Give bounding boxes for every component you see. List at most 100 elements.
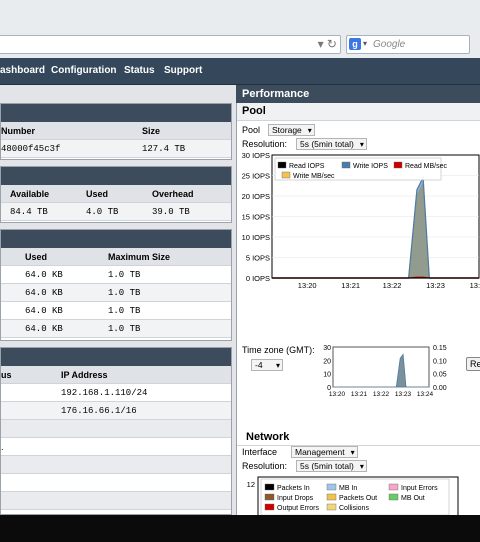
performance-panel-header: Performance <box>236 85 480 103</box>
table-row[interactable]: 48000f45c3f 127.4 TB <box>1 140 231 158</box>
legend-swatch <box>264 483 275 491</box>
legend-swatch <box>326 503 337 511</box>
column-header: Used <box>25 252 48 262</box>
x-tick-label: 13:21 <box>341 281 360 290</box>
y-tick-label: 12 <box>247 480 255 489</box>
address-bar[interactable]: ▾ ↻ <box>0 35 341 54</box>
legend-swatch <box>326 483 337 491</box>
y2-tick-label: 0.15 <box>433 345 447 352</box>
panel-header <box>1 167 231 185</box>
net-resolution-select-value: 5s (5min total) <box>300 461 354 471</box>
column-header: Number <box>1 126 36 136</box>
list-item[interactable]: . <box>1 438 231 456</box>
column-header: IP Address <box>61 370 108 380</box>
y-tick-label: 5 IOPS <box>246 254 270 263</box>
truncated-text: . <box>1 442 4 452</box>
legend-swatch <box>326 493 337 501</box>
table-header: us IP Address <box>1 366 231 384</box>
google-icon[interactable]: g <box>349 38 361 50</box>
legend-label: Packets Out <box>339 495 377 502</box>
column-header: Used <box>86 189 109 199</box>
net-resolution-label: Resolution: <box>242 461 288 471</box>
table-row[interactable]: 176.16.66.1/16 <box>1 402 231 420</box>
legend-label: Packets In <box>277 485 310 492</box>
panel-header <box>1 348 231 366</box>
net-resolution-select[interactable]: 5s (5min total) <box>296 460 367 472</box>
table-header: Available Used Overhead <box>1 185 231 203</box>
interfaces-panel: us IP Address 192.168.1.110/24 176.16.66… <box>0 347 232 515</box>
x-tick-label: 13:22 <box>383 281 402 290</box>
legend-swatch <box>281 171 291 179</box>
divider <box>237 445 480 446</box>
y-tick-label: 30 IOPS <box>242 153 270 160</box>
used-value: 64.0 KB <box>25 306 63 316</box>
interface-select[interactable]: Management <box>291 446 358 458</box>
reload-icon[interactable]: ▾ ↻ <box>318 37 337 51</box>
y-tick-label: 10 IOPS <box>242 233 270 242</box>
legend-label: Input Drops <box>277 495 314 502</box>
legend-label: Read MB/sec <box>405 163 448 170</box>
pool-select[interactable]: Storage <box>268 124 315 136</box>
timezone-select[interactable]: -4 <box>251 359 283 371</box>
section-divider <box>1 492 231 510</box>
legend-label: Read IOPS <box>289 163 325 170</box>
pool-label: Pool <box>242 125 261 135</box>
x-tick-label: 13:20 <box>329 391 346 398</box>
section-divider <box>1 420 231 438</box>
taskbar <box>0 515 480 542</box>
used-value: 4.0 TB <box>86 207 119 217</box>
legend-swatch <box>264 493 275 501</box>
interface-label: Interface <box>242 447 278 457</box>
chevron-down-icon[interactable]: ▾ <box>363 39 367 48</box>
section-title: Pool <box>242 105 266 117</box>
y2-tick-label: 0.05 <box>433 372 447 379</box>
search-box[interactable]: g ▾ Google <box>346 35 470 54</box>
overview-plot-area <box>332 346 430 388</box>
table-row[interactable]: 64.0 KB 1.0 TB <box>1 266 231 284</box>
disks-panel: Number Size 48000f45c3f 127.4 TB <box>0 103 232 160</box>
legend-swatch <box>264 503 275 511</box>
timezone-select-value: -4 <box>255 360 263 370</box>
volumes-panel: Used Maximum Size 64.0 KB 1.0 TB 64.0 KB… <box>0 229 232 341</box>
table-row[interactable]: 64.0 KB 1.0 TB <box>1 320 231 338</box>
section-divider <box>1 456 231 474</box>
performance-panel: Pool Pool Storage Resolution: 5s (5min t… <box>236 103 480 515</box>
y-tick-label: 15 IOPS <box>242 213 270 222</box>
column-header: Available <box>10 189 50 199</box>
network-section-title: Network <box>246 431 290 443</box>
interface-select-value: Management <box>295 447 345 457</box>
table-row[interactable]: 64.0 KB 1.0 TB <box>1 284 231 302</box>
nav-configuration[interactable]: Configuration <box>51 65 117 76</box>
iops-chart: 0 IOPS 5 IOPS 10 IOPS 15 IOPS 20 IOPS 25 IOPS… <box>242 153 480 290</box>
max-size-value: 1.0 TB <box>108 306 141 316</box>
table-row[interactable]: 64.0 KB 1.0 TB <box>1 302 231 320</box>
x-tick-label: 13:20 <box>298 281 317 290</box>
max-size-value: 1.0 TB <box>108 270 141 280</box>
legend-label: MB Out <box>401 495 425 502</box>
used-value: 64.0 KB <box>25 288 63 298</box>
disk-size: 127.4 TB <box>142 144 186 154</box>
y-tick-label: 20 IOPS <box>242 192 270 201</box>
resolution-select[interactable]: 5s (5min total) <box>296 138 367 150</box>
legend-label: Output Errors <box>277 505 320 512</box>
nav-support[interactable]: Support <box>164 65 202 76</box>
nav-dashboard[interactable]: ashboard <box>0 65 45 76</box>
y-tick-label: 10 <box>323 372 331 379</box>
y-tick-label: 0 IOPS <box>246 274 270 283</box>
overhead-value: 39.0 TB <box>152 207 190 217</box>
search-placeholder: Google <box>373 39 406 50</box>
column-header: Size <box>142 126 161 136</box>
legend-label: Write MB/sec <box>293 173 335 180</box>
legend-swatch <box>388 493 399 501</box>
max-size-value: 1.0 TB <box>108 324 141 334</box>
x-tick-label: 13:21 <box>351 391 368 398</box>
list-item[interactable] <box>1 474 231 492</box>
nav-status[interactable]: Status <box>124 65 155 76</box>
x-tick-label: 13:24 <box>417 391 434 398</box>
used-value: 64.0 KB <box>25 270 63 280</box>
available-value: 84.4 TB <box>10 207 48 217</box>
overview-chart[interactable]: 0102030 0.000.050.100.15 13:20 13:21 13:22… <box>317 345 480 401</box>
table-row[interactable]: 192.168.1.110/24 <box>1 384 231 402</box>
legend-label: Collisions <box>339 505 369 512</box>
table-row[interactable]: 84.4 TB 4.0 TB 39.0 TB <box>1 203 231 221</box>
